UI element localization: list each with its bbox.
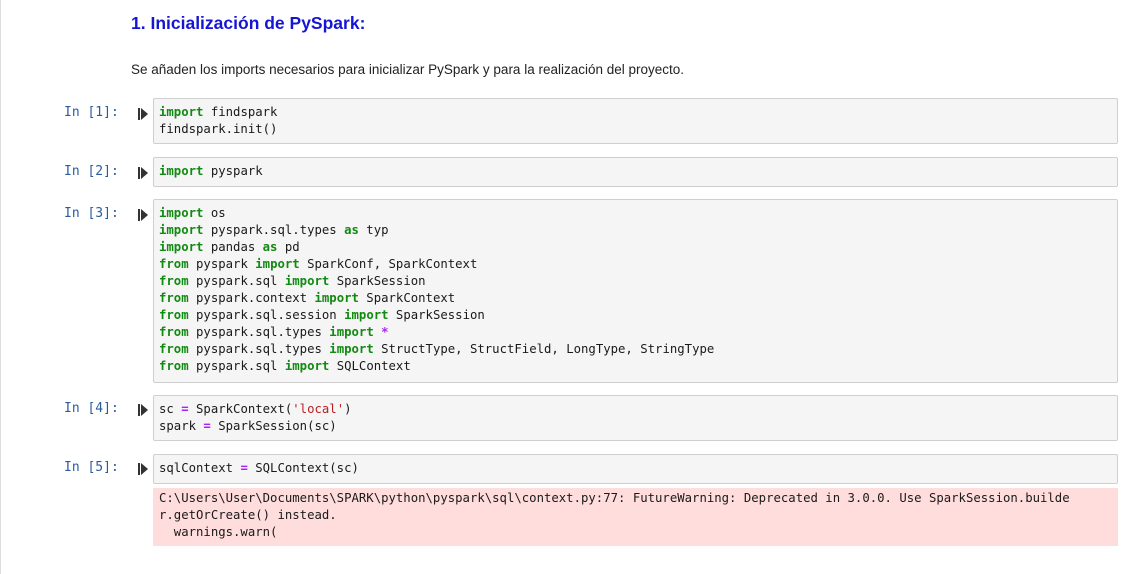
- code-line: from pyspark.sql import SQLContext: [159, 358, 1112, 375]
- code-line: from pyspark.sql.types import *: [159, 324, 1112, 341]
- code-token: =: [181, 402, 189, 416]
- code-token: import: [159, 240, 204, 254]
- code-line: sc = SparkContext('local'): [159, 401, 1112, 418]
- code-token: import: [159, 206, 204, 220]
- cell-prompt: In [5]:: [64, 460, 119, 475]
- code-token: *: [381, 325, 389, 339]
- code-line: import findspark: [159, 104, 1112, 121]
- code-token: pyspark.sql.types: [203, 223, 345, 237]
- code-line: from pyspark import SparkConf, SparkCont…: [159, 256, 1112, 273]
- code-cell[interactable]: import os import pyspark.sql.types as typ…: [153, 199, 1118, 383]
- code-token: from: [159, 257, 189, 271]
- code-token: pyspark.sql.types: [188, 342, 330, 356]
- code-token: SparkSession: [388, 308, 485, 322]
- code-token: from: [159, 359, 189, 373]
- code-token: pyspark.sql.session: [188, 308, 345, 322]
- code-token: as: [344, 223, 359, 237]
- code-token: import: [159, 164, 204, 178]
- markdown-paragraph: Se añaden los imports necesarios para in…: [131, 62, 685, 77]
- notebook-left-border: [0, 0, 1, 574]
- code-token: import: [344, 308, 389, 322]
- code-line: import pandas as pd: [159, 239, 1112, 256]
- code-cell[interactable]: import findspark findspark.init(): [153, 98, 1118, 144]
- run-cell-icon[interactable]: [138, 404, 148, 416]
- code-line: import pyspark.sql.types as typ: [159, 222, 1112, 239]
- code-token: import: [329, 325, 374, 339]
- code-token: StructType, StructField, LongType, Strin…: [373, 342, 715, 356]
- code-token: from: [159, 274, 189, 288]
- code-token: SparkContext(: [188, 402, 293, 416]
- code-cell[interactable]: sc = SparkContext('local') spark = SparkS…: [153, 395, 1118, 441]
- code-token: sqlContext: [159, 461, 241, 475]
- code-token: import: [159, 223, 204, 237]
- code-token: =: [240, 461, 248, 475]
- code-line: spark = SparkSession(sc): [159, 418, 1112, 435]
- code-token: spark: [159, 419, 204, 433]
- code-token: SQLContext(sc): [247, 461, 359, 475]
- code-token: as: [262, 240, 278, 254]
- code-line: from pyspark.sql.session import SparkSes…: [159, 307, 1112, 324]
- code-token: pyspark: [188, 257, 256, 271]
- code-token: findspark: [203, 105, 278, 119]
- code-token: SparkConf, SparkContext: [299, 257, 478, 271]
- code-line: import pyspark: [159, 163, 1112, 180]
- code-token: from: [159, 342, 189, 356]
- run-cell-icon[interactable]: [138, 167, 148, 179]
- code-token: pandas: [203, 240, 263, 254]
- code-cell[interactable]: import pyspark: [153, 157, 1118, 187]
- code-input[interactable]: import os import pyspark.sql.types as typ…: [154, 200, 1117, 375]
- run-cell-icon[interactable]: [138, 463, 148, 475]
- code-token: from: [159, 325, 189, 339]
- cell-prompt: In [2]:: [64, 164, 119, 179]
- code-token: pyspark: [203, 164, 263, 178]
- code-line: from pyspark.context import SparkContext: [159, 290, 1112, 307]
- cell-prompt: In [3]:: [64, 206, 119, 221]
- code-token: import: [284, 274, 330, 288]
- code-token: os: [203, 206, 226, 220]
- code-line: from pyspark.sql.types import StructType…: [159, 341, 1112, 358]
- cell-prompt: In [4]:: [64, 401, 119, 416]
- code-token: pyspark.sql: [188, 274, 285, 288]
- code-token: 'local': [292, 402, 345, 416]
- code-line: from pyspark.sql import SparkSession: [159, 273, 1112, 290]
- code-line: import os: [159, 205, 1112, 222]
- code-token: from: [159, 291, 189, 305]
- code-input[interactable]: import findspark findspark.init(): [154, 99, 1117, 138]
- code-token: typ: [358, 223, 389, 237]
- code-token: SparkContext: [358, 291, 456, 305]
- code-line: findspark.init(): [159, 121, 1112, 138]
- code-token: pyspark.sql.types: [188, 325, 330, 339]
- code-token: import: [255, 257, 300, 271]
- cell-prompt: In [1]:: [64, 105, 119, 120]
- run-cell-icon[interactable]: [138, 108, 148, 120]
- code-token: sc: [159, 402, 182, 416]
- code-token: import: [329, 342, 374, 356]
- code-token: =: [203, 419, 211, 433]
- code-token: import: [284, 359, 330, 373]
- stderr-output: C:\Users\User\Documents\SPARK\python\pys…: [153, 488, 1118, 546]
- code-token: import: [314, 291, 359, 305]
- code-token: ): [344, 402, 352, 416]
- code-line: sqlContext = SQLContext(sc): [159, 460, 1112, 477]
- code-token: pd: [277, 240, 300, 254]
- code-token: pyspark.sql: [188, 359, 285, 373]
- code-token: SparkSession: [329, 274, 426, 288]
- code-input[interactable]: sc = SparkContext('local') spark = SparkS…: [154, 396, 1117, 435]
- code-token: import: [159, 105, 204, 119]
- code-token: SparkSession(sc): [210, 419, 337, 433]
- code-token: pyspark.context: [188, 291, 315, 305]
- run-cell-icon[interactable]: [138, 209, 148, 221]
- code-token: findspark.init(): [159, 122, 278, 136]
- code-cell[interactable]: sqlContext = SQLContext(sc): [153, 454, 1118, 484]
- code-input[interactable]: import pyspark: [154, 158, 1117, 180]
- code-token: from: [159, 308, 189, 322]
- code-input[interactable]: sqlContext = SQLContext(sc): [154, 455, 1117, 477]
- code-token: SQLContext: [329, 359, 411, 373]
- section-heading: 1. Inicialización de PySpark:: [131, 13, 366, 33]
